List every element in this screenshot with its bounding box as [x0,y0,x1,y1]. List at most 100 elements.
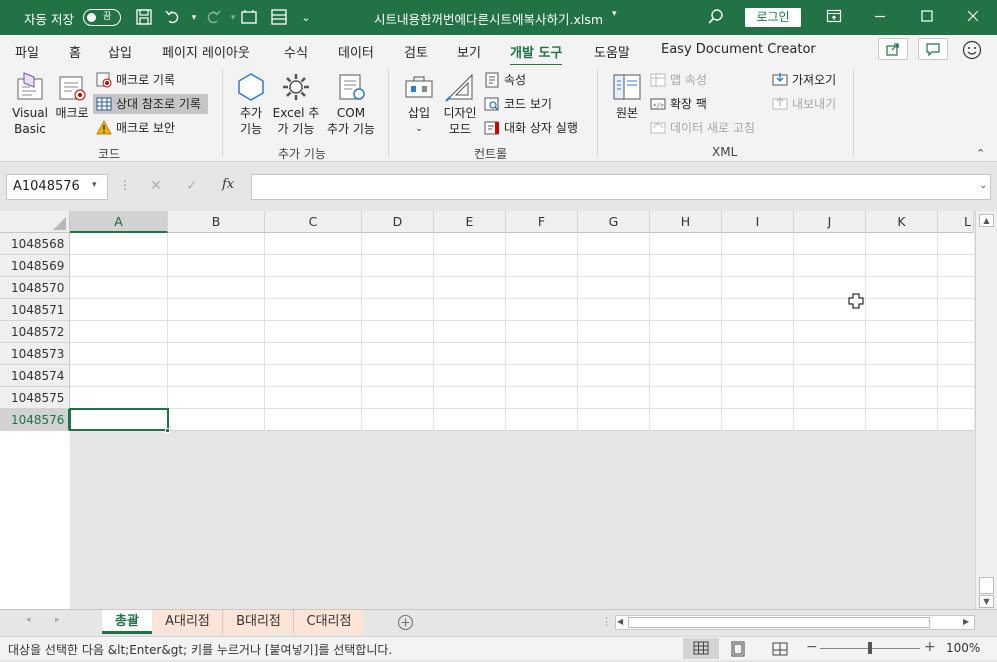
expansion-packs-button[interactable]: </> 확장 팩 [650,94,707,114]
cancel-entry-icon[interactable]: ✕ [150,178,162,194]
tab-data[interactable]: 데이터 [338,42,374,61]
com-addins-button[interactable]: COM 추가 기능 [325,71,377,137]
macro-security-button[interactable]: 매크로 보안 [96,118,175,138]
maximize-icon[interactable] [917,8,937,28]
insert-function-icon[interactable]: fx [222,177,234,192]
autosave-toggle[interactable]: 끔 [83,9,121,26]
excel-addins-button[interactable]: Excel 추 가 기능 [272,71,320,137]
record-macro-button[interactable]: 매크로 기록 [96,70,175,90]
scroll-down-icon[interactable]: ▼ [979,595,994,608]
xml-source-button[interactable]: 원본 [610,71,644,121]
minimize-icon[interactable] [870,8,890,28]
tab-review[interactable]: 검토 [404,42,428,61]
row-header[interactable]: 1048576 [0,409,70,431]
add-sheet-icon[interactable] [397,614,414,631]
column-header[interactable]: L [938,211,974,233]
column-header[interactable]: H [650,211,722,233]
page-break-preview-icon[interactable] [772,641,788,657]
search-icon[interactable] [706,8,726,28]
scroll-thumb[interactable] [979,577,994,594]
tab-page-layout[interactable]: 페이지 레이아웃 [162,42,250,61]
form-icon[interactable] [269,8,289,28]
worksheet-grid[interactable]: A B C D E F G H I J K L 1048568 1048569 … [0,211,974,609]
name-box-dropdown-icon[interactable]: ▾ [92,180,97,190]
active-cell[interactable] [69,408,169,431]
collapse-ribbon-icon[interactable]: ⌃ [976,147,985,160]
row-header[interactable]: 1048573 [0,343,70,365]
macros-button[interactable]: 매크로 [54,71,90,121]
save-icon[interactable] [134,8,154,28]
column-header[interactable]: C [265,211,362,233]
insert-control-button[interactable]: 삽입 ⌄ [402,71,436,137]
sheet-tab-summary[interactable]: 총괄 [102,610,152,634]
zoom-in-icon[interactable]: + [924,639,936,655]
column-header[interactable]: B [168,211,265,233]
tab-home[interactable]: 홈 [69,42,81,61]
scroll-right-icon[interactable]: ▶ [963,617,969,626]
tab-insert[interactable]: 삽입 [108,42,132,61]
undo-icon[interactable] [163,8,183,28]
formula-bar-grip-icon[interactable]: ⋮ [119,178,131,192]
column-header[interactable]: K [866,211,938,233]
column-header[interactable]: G [578,211,650,233]
horizontal-scroll-thumb[interactable] [628,617,930,628]
share-button[interactable] [878,38,908,60]
row-header[interactable]: 1048572 [0,321,70,343]
row-header[interactable]: 1048575 [0,387,70,409]
new-sheet-icon[interactable] [239,8,259,28]
design-mode-button[interactable]: 디자인 모드 [441,71,479,137]
expand-formula-icon[interactable]: ⌄ [979,180,987,191]
sheet-tab-b[interactable]: B대리점 [224,610,294,634]
title-dropdown-icon[interactable]: ▾ [612,9,617,19]
close-icon[interactable] [963,8,983,28]
import-button[interactable]: 가져오기 [772,70,836,90]
normal-view-button[interactable] [683,638,719,659]
row-header[interactable]: 1048569 [0,255,70,277]
zoom-out-icon[interactable]: − [806,639,818,655]
scroll-left-icon[interactable]: ◀ [617,617,623,626]
scroll-tabs-left-icon[interactable]: ◂ [26,615,31,625]
properties-button[interactable]: 속성 [484,70,526,90]
fill-handle[interactable] [165,428,170,433]
column-header[interactable]: F [506,211,578,233]
scroll-tabs-right-icon[interactable]: ▸ [55,615,60,625]
smiley-feedback-icon[interactable] [961,39,983,61]
customize-qat-icon[interactable]: ⌄ [296,8,316,28]
tab-view[interactable]: 보기 [457,42,481,61]
vertical-scrollbar[interactable]: ▲ ▼ [975,211,997,609]
sheet-tab-a[interactable]: A대리점 [153,610,223,634]
formula-input[interactable] [251,174,991,200]
page-layout-view-icon[interactable] [730,641,746,657]
zoom-level[interactable]: 100% [946,641,980,655]
row-header[interactable]: 1048574 [0,365,70,387]
tab-easy-document-creator[interactable]: Easy Document Creator [661,42,816,57]
undo-dropdown-icon[interactable]: ▾ [184,8,204,28]
addins-button[interactable]: 추가 기능 [234,71,268,137]
column-header[interactable]: I [722,211,794,233]
column-header[interactable]: J [794,211,866,233]
view-code-button[interactable]: 코드 보기 [484,94,552,114]
use-relative-references-button[interactable]: 상대 참조로 기록 [93,94,208,114]
column-header[interactable]: D [362,211,434,233]
horizontal-scrollbar[interactable]: ◀ ▶ [615,615,975,630]
sheet-tab-c[interactable]: C대리점 [295,610,363,634]
zoom-slider-thumb[interactable] [868,642,872,654]
row-header[interactable]: 1048570 [0,277,70,299]
login-button[interactable]: 로그인 [745,8,801,27]
tab-help[interactable]: 도움말 [594,42,630,61]
column-header[interactable]: E [434,211,506,233]
select-all-button[interactable] [0,211,70,233]
comments-button[interactable] [918,38,948,60]
confirm-entry-icon[interactable]: ✓ [186,178,198,194]
column-header[interactable]: A [70,211,168,233]
scroll-up-icon[interactable]: ▲ [979,214,994,227]
ribbon-display-icon[interactable] [824,8,844,28]
tab-formulas[interactable]: 수식 [284,42,308,61]
row-header[interactable]: 1048571 [0,299,70,321]
tab-developer[interactable]: 개발 도구 [510,42,563,67]
run-dialog-button[interactable]: 대화 상자 실행 [484,118,578,138]
tab-splitter-icon[interactable]: ⋮ [601,615,612,628]
tab-file[interactable]: 파일 [15,42,39,61]
row-header[interactable]: 1048568 [0,233,70,255]
visual-basic-button[interactable]: Visual Basic [10,71,50,137]
